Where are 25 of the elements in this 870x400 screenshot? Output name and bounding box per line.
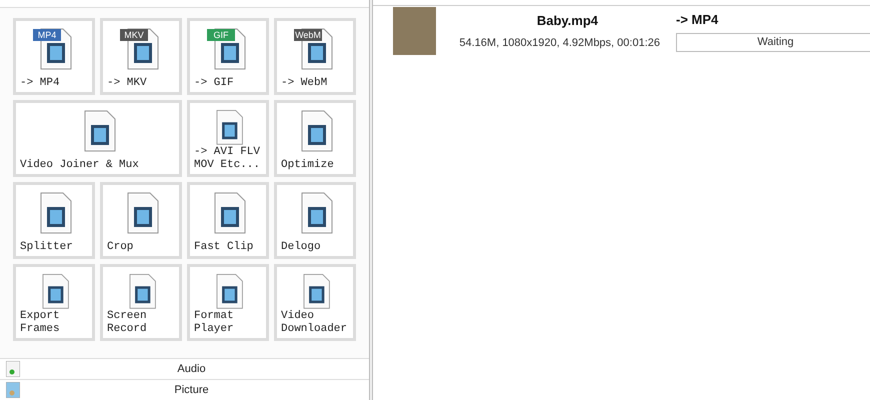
- tool-tile[interactable]: Screen Record: [100, 264, 182, 341]
- tool-tile[interactable]: Optimize: [274, 100, 356, 177]
- photo-placeholder: [393, 7, 436, 55]
- music-note-icon: [6, 361, 20, 377]
- tool-tile[interactable]: Format Player: [187, 264, 269, 341]
- section-header[interactable]: Picture: [0, 379, 369, 400]
- tool-tile[interactable]: -> AVI FLV MOV Etc...: [187, 100, 269, 177]
- tool-tile[interactable]: Video Joiner & Mux: [13, 100, 182, 177]
- tool-tile[interactable]: MKV -> MKV: [100, 18, 182, 95]
- tool-tile[interactable]: WebM -> WebM: [274, 18, 356, 95]
- tool-tile[interactable]: Delogo: [274, 182, 356, 259]
- tool-tile[interactable]: MP4 -> MP4: [13, 18, 95, 95]
- tool-tile[interactable]: Crop: [100, 182, 182, 259]
- tool-tile[interactable]: Video Downloader: [274, 264, 356, 341]
- picture-icon: [6, 382, 20, 398]
- file-info: 54.16M, 1080x1920, 4.92Mbps, 00:01:26: [459, 36, 660, 50]
- tool-tile[interactable]: Splitter: [13, 182, 95, 259]
- file-name: Baby.mp4: [536, 12, 598, 30]
- status-field: Waiting: [676, 32, 870, 52]
- section-header[interactable]: Audio: [0, 358, 369, 379]
- tool-tile[interactable]: GIF -> GIF: [187, 18, 269, 95]
- tool-tile[interactable]: Export Frames: [13, 264, 95, 341]
- target-format: -> MP4: [676, 11, 720, 30]
- tool-tile[interactable]: Fast Clip: [187, 182, 269, 259]
- file-row[interactable]: Baby.mp4 54.16M, 1080x1920, 4.92Mbps, 00:01:26 -> MP4 Waiting: [373, 6, 870, 56]
